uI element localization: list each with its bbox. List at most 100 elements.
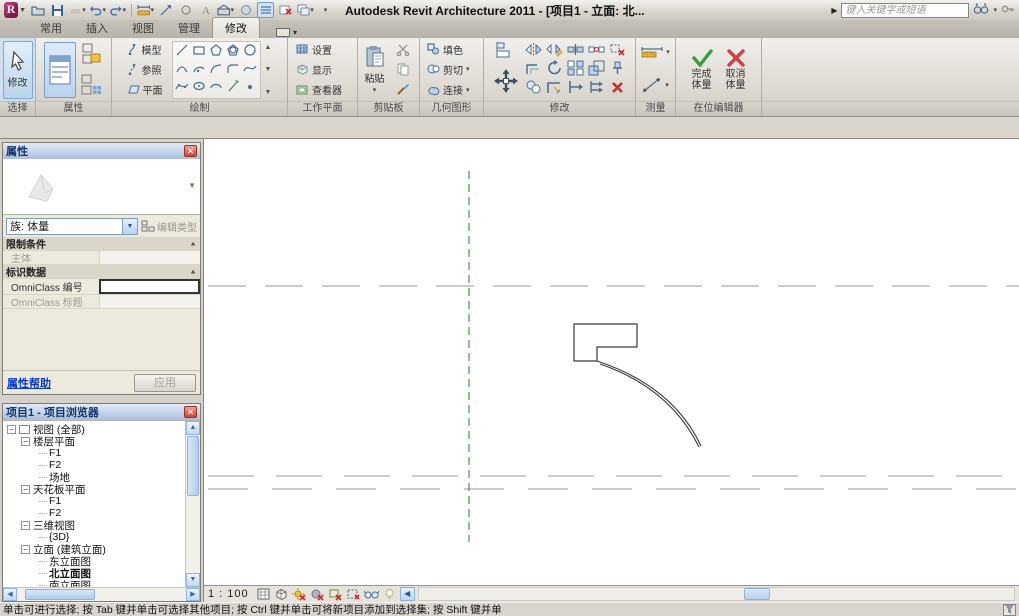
- copy-button[interactable]: [390, 60, 416, 78]
- ellipse-tool[interactable]: [192, 79, 206, 96]
- crop-region-icon[interactable]: [346, 587, 361, 601]
- circumscribed-polygon-tool[interactable]: [226, 43, 240, 60]
- cut-geometry-button[interactable]: 剪切 ▾: [425, 61, 481, 78]
- spline-through-points-tool[interactable]: [175, 79, 189, 96]
- mirror-pick-axis-button[interactable]: [525, 42, 542, 60]
- canvas-scroll-left-icon[interactable]: ◀: [400, 587, 415, 601]
- cancel-mass-button[interactable]: 取消体量: [720, 46, 752, 93]
- view-scale-button[interactable]: 1 : 100: [208, 588, 249, 600]
- temporary-hide-isolate-icon[interactable]: [364, 587, 379, 601]
- panel-label-geometry[interactable]: 几何图形: [420, 101, 483, 116]
- tree-item-f1[interactable]: F1: [5, 447, 185, 459]
- scroll-up-icon[interactable]: ▲: [186, 421, 200, 435]
- scroll-down-icon[interactable]: ▼: [186, 573, 200, 587]
- fillet-arc-tool[interactable]: [226, 61, 240, 78]
- inscribed-polygon-tool[interactable]: [209, 43, 223, 60]
- tree-item-ceiling-f2[interactable]: F2: [5, 507, 185, 519]
- default-3d-view-button[interactable]: ▾: [217, 2, 234, 18]
- detail-level-icon[interactable]: [256, 587, 271, 601]
- reveal-hidden-elements-icon[interactable]: [382, 587, 397, 601]
- browser-vertical-scrollbar[interactable]: ▲ ▼: [185, 421, 200, 587]
- split-element-button[interactable]: [567, 42, 584, 60]
- infocenter-collapse-icon[interactable]: ▶: [831, 6, 837, 15]
- crop-view-icon[interactable]: [328, 587, 343, 601]
- copy-button-modify[interactable]: [525, 79, 542, 98]
- thin-lines-toggle[interactable]: [257, 2, 274, 18]
- search-binoculars-icon[interactable]: [973, 3, 989, 18]
- delete-button[interactable]: [610, 80, 625, 98]
- close-icon[interactable]: ✕: [184, 406, 197, 418]
- type-selector-combobox[interactable]: 族: 体量 ▼: [6, 218, 138, 235]
- tree-item-3d-views[interactable]: −三维视图: [5, 519, 185, 531]
- omniclass-number-input[interactable]: [99, 279, 200, 294]
- match-type-button[interactable]: [390, 81, 416, 99]
- drawing-area[interactable]: [204, 139, 1019, 585]
- tab-insert[interactable]: 插入: [74, 18, 120, 38]
- align-button[interactable]: [496, 42, 516, 61]
- edit-type-button[interactable]: 编辑类型: [141, 219, 197, 234]
- move-button[interactable]: [493, 68, 519, 97]
- properties-help-link[interactable]: 属性帮助: [7, 375, 51, 391]
- project-browser-titlebar[interactable]: 项目1 - 项目浏览器 ✕: [3, 404, 200, 420]
- spline-tool[interactable]: [243, 61, 257, 78]
- shadows-icon[interactable]: [310, 587, 325, 601]
- split-with-gap-button[interactable]: [588, 42, 605, 60]
- cut-button[interactable]: [390, 40, 416, 58]
- switch-windows-button[interactable]: ▾: [297, 2, 314, 18]
- tree-item-east-elevation[interactable]: 东立面图: [5, 555, 185, 567]
- collapse-icon[interactable]: ▲: [189, 268, 197, 275]
- tree-item-ceiling-f1[interactable]: F1: [5, 495, 185, 507]
- open-button[interactable]: [29, 2, 46, 18]
- scroll-left-icon[interactable]: ◀: [3, 588, 17, 601]
- panel-label-draw[interactable]: 绘制: [112, 101, 287, 116]
- scrollbar-thumb[interactable]: [187, 436, 199, 496]
- collapse-icon[interactable]: ▲: [189, 240, 197, 247]
- rectangle-tool[interactable]: [192, 43, 206, 60]
- tangent-end-arc-tool[interactable]: [209, 61, 223, 78]
- tree-item-elevations[interactable]: −立面 (建筑立面): [5, 543, 185, 555]
- paint-button[interactable]: 填色: [425, 41, 481, 58]
- viewer-button[interactable]: 查看器: [294, 81, 355, 98]
- tree-item-floor-plans[interactable]: −楼层平面: [5, 435, 185, 447]
- paste-button[interactable]: 粘贴 ▾: [362, 43, 388, 96]
- pick-lines-tool[interactable]: [226, 79, 240, 96]
- detach-button[interactable]: [177, 2, 194, 18]
- rotate-button[interactable]: [546, 60, 563, 79]
- panel-label-modify[interactable]: 修改: [484, 101, 635, 116]
- visual-style-icon[interactable]: [274, 587, 289, 601]
- tree-item-site[interactable]: 场地: [5, 471, 185, 483]
- scrollbar-thumb[interactable]: [744, 588, 770, 600]
- render-button[interactable]: [237, 2, 254, 18]
- start-end-radius-arc-tool[interactable]: [175, 61, 189, 78]
- print-button[interactable]: ▾: [69, 2, 86, 18]
- tab-home[interactable]: 常用: [28, 18, 74, 38]
- aligned-dimension-button[interactable]: ▾: [137, 2, 154, 18]
- apply-button[interactable]: 应用: [134, 374, 196, 392]
- customize-qat-button[interactable]: ▾: [317, 2, 334, 18]
- finish-mass-button[interactable]: 完成体量: [686, 46, 718, 93]
- tree-item-south-elevation[interactable]: 南立面图: [5, 579, 185, 587]
- circle-tool[interactable]: [243, 43, 257, 60]
- point-tool[interactable]: [243, 79, 257, 96]
- pin-button[interactable]: [610, 60, 625, 79]
- trim-corner-button[interactable]: [546, 79, 563, 98]
- gallery-expand-icon[interactable]: ▼: [265, 89, 272, 96]
- trim-multiple-button[interactable]: [588, 79, 605, 98]
- panel-label-properties[interactable]: 属性: [36, 101, 111, 116]
- dimension-button[interactable]: ▾: [640, 76, 671, 94]
- reference-line-button[interactable]: 参照: [126, 61, 170, 78]
- properties-palette-titlebar[interactable]: 属性 ✕: [3, 143, 200, 159]
- type-preview[interactable]: ▼: [3, 159, 200, 215]
- measure-button[interactable]: ▾: [639, 45, 672, 59]
- browser-horizontal-scrollbar[interactable]: ◀ ▶: [3, 587, 200, 601]
- app-menu-button[interactable]: R ▼: [4, 1, 26, 19]
- search-options-caret[interactable]: ▾: [993, 6, 997, 14]
- plane-button[interactable]: 平面: [126, 81, 170, 98]
- set-workplane-button[interactable]: 设置: [294, 41, 355, 58]
- scroll-down-icon[interactable]: ▼: [265, 66, 272, 73]
- center-ends-arc-tool[interactable]: [192, 61, 206, 78]
- combobox-caret-icon[interactable]: ▼: [122, 219, 137, 234]
- panel-label-select[interactable]: 选择: [0, 101, 35, 116]
- modify-select-button[interactable]: 修改: [3, 41, 33, 99]
- tree-item-ceiling-plans[interactable]: −天花板平面: [5, 483, 185, 495]
